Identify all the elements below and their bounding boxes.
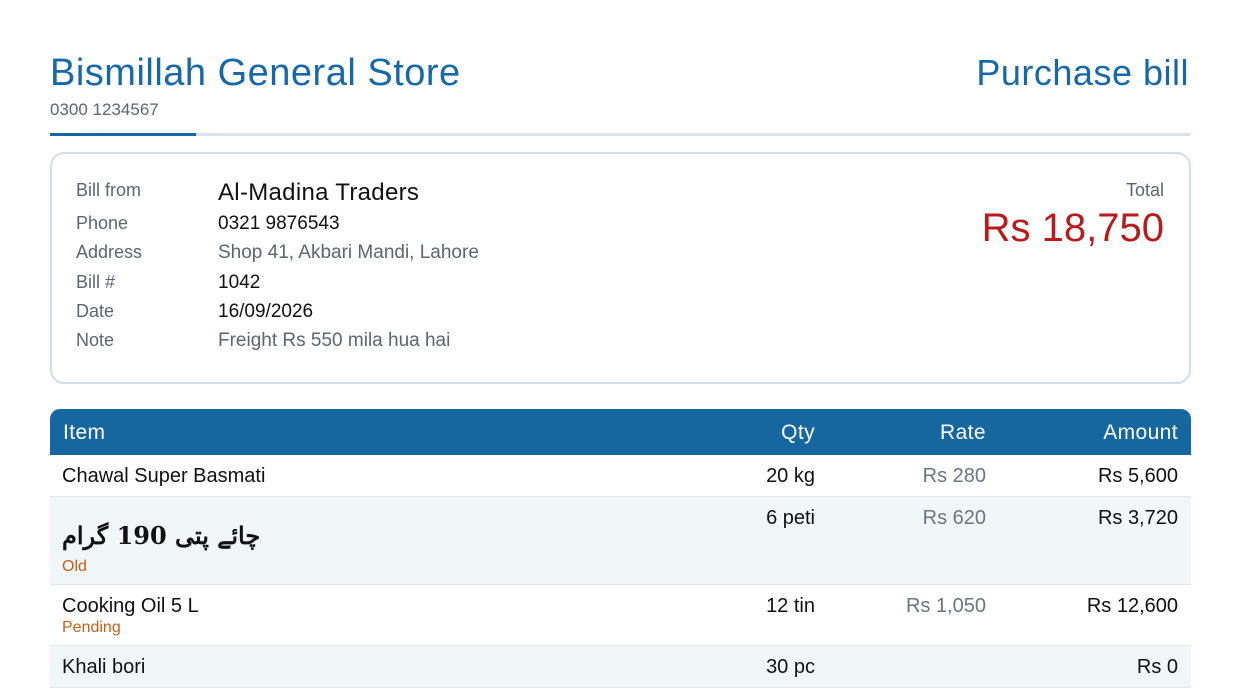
total-label: Total bbox=[1125, 180, 1164, 200]
total-value: Rs 18,750 bbox=[981, 206, 1164, 250]
item-qty: 6 peti bbox=[766, 507, 815, 529]
item-rate: Rs 280 bbox=[922, 465, 986, 487]
bill-number-value: 1042 bbox=[218, 272, 261, 293]
item-qty: 12 tin bbox=[766, 595, 815, 617]
address-value: Shop 41, Akbari Mandi, Lahore bbox=[218, 242, 479, 263]
items-table: Item Qty Rate Amount Chawal Super Basmat… bbox=[50, 409, 1191, 688]
item-status-tag: Old bbox=[62, 558, 87, 575]
table-row: چائے پتی 190 گرام Old 6 peti Rs 620 Rs 3… bbox=[50, 497, 1191, 585]
bill-from-label: Bill from bbox=[76, 180, 142, 200]
document-title: Purchase bill bbox=[976, 52, 1189, 93]
bill-number-label: Bill # bbox=[76, 272, 116, 292]
item-rate: Rs 1,050 bbox=[905, 595, 986, 617]
column-header-qty: Qty bbox=[781, 421, 815, 444]
date-value: 16/09/2026 bbox=[218, 301, 314, 322]
column-header-rate: Rate bbox=[940, 421, 986, 444]
table-row: Khali bori 30 pc Rs 0 bbox=[50, 646, 1191, 688]
item-amount: Rs 3,720 bbox=[1097, 507, 1178, 529]
item-name: Chawal Super Basmati bbox=[62, 465, 266, 487]
item-name: Cooking Oil 5 L bbox=[62, 595, 199, 617]
table-row: Cooking Oil 5 L Pending 12 tin Rs 1,050 … bbox=[50, 585, 1191, 646]
phone-label: Phone bbox=[76, 213, 129, 233]
store-name: Bismillah General Store bbox=[50, 52, 461, 94]
table-row: Chawal Super Basmati 20 kg Rs 280 Rs 5,6… bbox=[50, 455, 1191, 497]
table-header: Item Qty Rate Amount bbox=[50, 409, 1191, 455]
item-qty: 20 kg bbox=[766, 465, 815, 487]
item-amount: Rs 5,600 bbox=[1097, 465, 1178, 487]
item-qty: 30 pc bbox=[766, 656, 815, 678]
note-label: Note bbox=[76, 330, 115, 350]
column-header-amount: Amount bbox=[1103, 421, 1178, 444]
item-rate: Rs 620 bbox=[922, 507, 986, 529]
item-status-tag: Pending bbox=[62, 619, 121, 636]
item-amount: Rs 0 bbox=[1136, 656, 1178, 678]
note-value: Freight Rs 550 mila hua hai bbox=[218, 330, 451, 351]
item-amount: Rs 12,600 bbox=[1086, 595, 1178, 617]
bill-info-card: Bill from Al-Madina Traders Phone 0321 9… bbox=[50, 152, 1191, 384]
column-header-item: Item bbox=[63, 421, 106, 444]
header-divider-accent bbox=[50, 133, 196, 136]
item-name: Khali bori bbox=[62, 656, 146, 678]
header-divider bbox=[50, 133, 1190, 136]
bill-from-value: Al-Madina Traders bbox=[218, 179, 420, 206]
date-label: Date bbox=[76, 301, 115, 321]
item-name: چائے پتی 190 گرام bbox=[62, 521, 261, 550]
phone-value: 0321 9876543 bbox=[218, 213, 340, 234]
store-phone: 0300 1234567 bbox=[50, 100, 159, 119]
address-label: Address bbox=[76, 242, 143, 262]
